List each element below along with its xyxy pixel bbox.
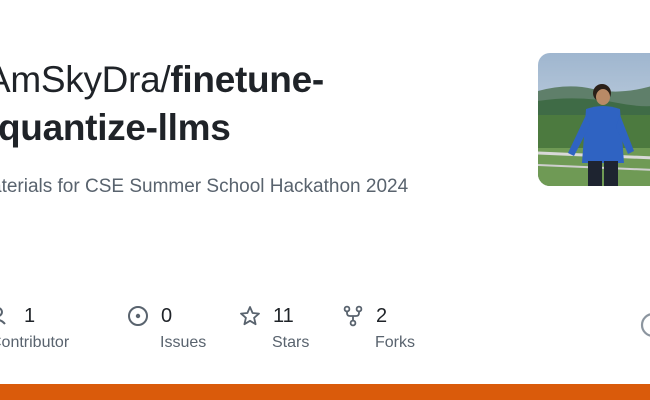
stat-label: Forks: [375, 334, 415, 351]
stat-count: 11: [273, 304, 294, 327]
stat-count: 1: [24, 304, 36, 327]
stat-label: Stars: [272, 334, 310, 351]
star-icon: [239, 305, 261, 327]
repo-title: AmSkyDra/finetune- quantize-llms: [0, 56, 506, 152]
repo-name-line1: finetune-: [170, 59, 324, 100]
stat-count: 2: [376, 304, 388, 327]
stat-label: Issues: [160, 334, 207, 351]
repo-name-line2: quantize-llms: [0, 107, 231, 148]
repo-description: aterials for CSE Summer School Hackathon…: [0, 176, 409, 197]
stat-stars[interactable]: 11 Stars: [239, 300, 309, 352]
people-icon: [0, 305, 12, 327]
stat-contributors[interactable]: 1 Contributor: [0, 300, 69, 352]
language-color-bar: [0, 384, 650, 400]
github-mark-icon: [640, 312, 650, 338]
stat-count: 0: [161, 304, 173, 327]
stat-issues[interactable]: 0 Issues: [127, 300, 206, 352]
owner-avatar: [538, 53, 650, 186]
stat-label: Contributor: [0, 334, 70, 351]
repo-forked-icon: [342, 305, 364, 327]
repo-owner: AmSkyDra/: [0, 59, 171, 100]
issue-opened-icon: [127, 305, 149, 327]
repo-stats: 1 Contributor 0 Issues 11 Stars 2 Forks: [0, 300, 650, 360]
stat-forks[interactable]: 2 Forks: [342, 300, 415, 352]
